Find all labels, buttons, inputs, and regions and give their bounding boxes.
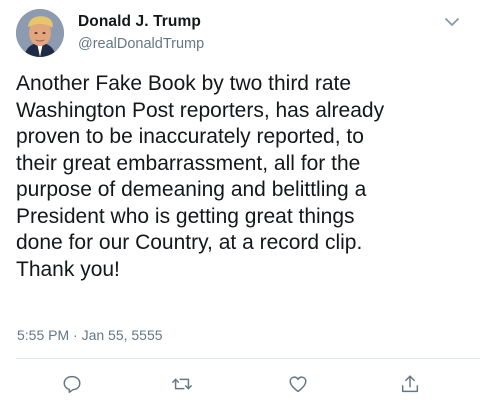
divider [16,358,480,359]
retweet-button[interactable] [170,372,194,396]
chevron-down-icon[interactable] [442,12,462,32]
tweet-card: Donald J. Trump @realDonaldTrump Another… [0,0,480,410]
share-icon [401,375,419,393]
retweet-icon [172,378,192,390]
action-bar [0,372,480,398]
share-button[interactable] [398,372,422,396]
heart-icon [289,376,307,393]
avatar-image [16,9,64,57]
reply-button[interactable] [60,372,84,396]
like-button[interactable] [286,372,310,396]
avatar[interactable] [16,9,64,57]
tweet-text: Another Fake Book by two third rate Wash… [16,72,385,281]
display-name[interactable]: Donald J. Trump [78,13,201,31]
reply-icon [63,375,81,393]
tweet-timestamp[interactable]: 5:55 PM · Jan 55, 5555 [17,327,163,343]
user-handle[interactable]: @realDonaldTrump [78,36,204,52]
